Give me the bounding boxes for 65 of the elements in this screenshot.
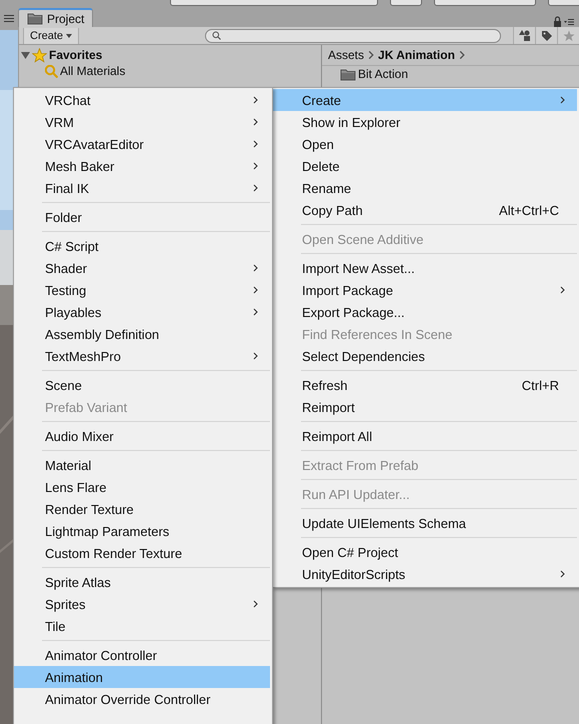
menu-item[interactable]: Show in Explorer	[273, 111, 577, 133]
menu-item[interactable]: Open C# Project	[273, 541, 577, 563]
breadcrumb-item[interactable]: Assets	[328, 48, 364, 62]
chevron-icon	[368, 50, 374, 60]
menu-item[interactable]: Delete	[273, 155, 577, 177]
folder-icon	[27, 12, 43, 25]
menu-item[interactable]: Export Package...	[273, 301, 577, 323]
create-button[interactable]: Create	[23, 28, 80, 44]
favorites-label: Favorites	[49, 48, 102, 62]
menu-item[interactable]: Material	[14, 454, 270, 476]
star-icon	[32, 48, 47, 62]
menu-item[interactable]: Refresh Ctrl+R	[273, 374, 577, 396]
menu-item[interactable]: Folder	[14, 206, 270, 228]
menu-item[interactable]: Select Dependencies	[273, 345, 577, 367]
menu-item[interactable]: UnityEditorScripts	[273, 563, 577, 585]
menu-item[interactable]: Testing	[14, 279, 270, 301]
expanded-arrow-icon[interactable]	[21, 50, 30, 60]
menu-item[interactable]: Render Texture	[14, 498, 270, 520]
chevron-icon	[458, 50, 465, 60]
tag-icon	[540, 30, 552, 42]
menu-item[interactable]: Lens Flare	[14, 476, 270, 498]
breadcrumb-item[interactable]: JK Animation	[378, 48, 455, 62]
filter-by-type-button[interactable]	[513, 27, 535, 44]
search-icon	[45, 64, 58, 78]
project-tab[interactable]: Project	[18, 8, 94, 27]
menu-item[interactable]: Scene	[14, 374, 270, 396]
caret-icon	[66, 34, 72, 38]
menu-item[interactable]: TextMeshPro	[14, 345, 270, 367]
menu-item[interactable]: Animator Controller	[14, 644, 270, 666]
menu-icon[interactable]	[4, 14, 14, 22]
menu-item[interactable]: Animation	[14, 666, 270, 688]
menu-item[interactable]: Shader	[14, 257, 270, 279]
menu-item[interactable]: VRChat	[14, 89, 270, 111]
shapes-icon	[518, 30, 530, 41]
menu-item[interactable]: Playables	[14, 301, 270, 323]
menu-item[interactable]: Assembly Definition	[14, 323, 270, 345]
menu-item[interactable]: Custom Render Texture	[14, 542, 270, 564]
menu-item[interactable]: Lightmap Parameters	[14, 520, 270, 542]
menu-item[interactable]: Animator Override Controller	[14, 688, 270, 710]
menu-item[interactable]: Open	[273, 133, 577, 155]
menu-item[interactable]: Tile	[14, 615, 270, 637]
menu-item[interactable]: Reimport	[273, 396, 577, 418]
menu-item[interactable]: C# Script	[14, 235, 270, 257]
menu-item[interactable]: VRCAvatarEditor	[14, 133, 270, 155]
menu-item[interactable]: Reimport All	[273, 425, 577, 447]
lock-icon[interactable]	[553, 16, 575, 27]
menu-item[interactable]: Mesh Baker	[14, 155, 270, 177]
menu-item[interactable]: Sprite Atlas	[14, 571, 270, 593]
menu-item[interactable]: VRM	[14, 111, 270, 133]
folder-icon	[340, 68, 356, 80]
menu-item[interactable]: Final IK	[14, 177, 270, 199]
menu-item[interactable]: Audio Mixer	[14, 425, 270, 447]
menu-item[interactable]: Sprites	[14, 593, 270, 615]
search-icon	[212, 31, 222, 40]
star-icon	[562, 30, 574, 42]
filter-by-label-button[interactable]	[535, 27, 557, 44]
menu-item[interactable]: Create	[273, 89, 577, 111]
menu-item[interactable]: Rename	[273, 177, 577, 199]
search-field[interactable]	[205, 28, 501, 42]
menu-item[interactable]: Copy Path Alt+Ctrl+C	[273, 199, 577, 221]
tree-item[interactable]: All Materials	[19, 63, 321, 79]
menu-item[interactable]: Import Package	[273, 279, 577, 301]
menu-item[interactable]: Update UIElements Schema	[273, 512, 577, 534]
menu-item[interactable]: Import New Asset...	[273, 257, 577, 279]
asset-item[interactable]: Bit Action	[322, 66, 579, 82]
